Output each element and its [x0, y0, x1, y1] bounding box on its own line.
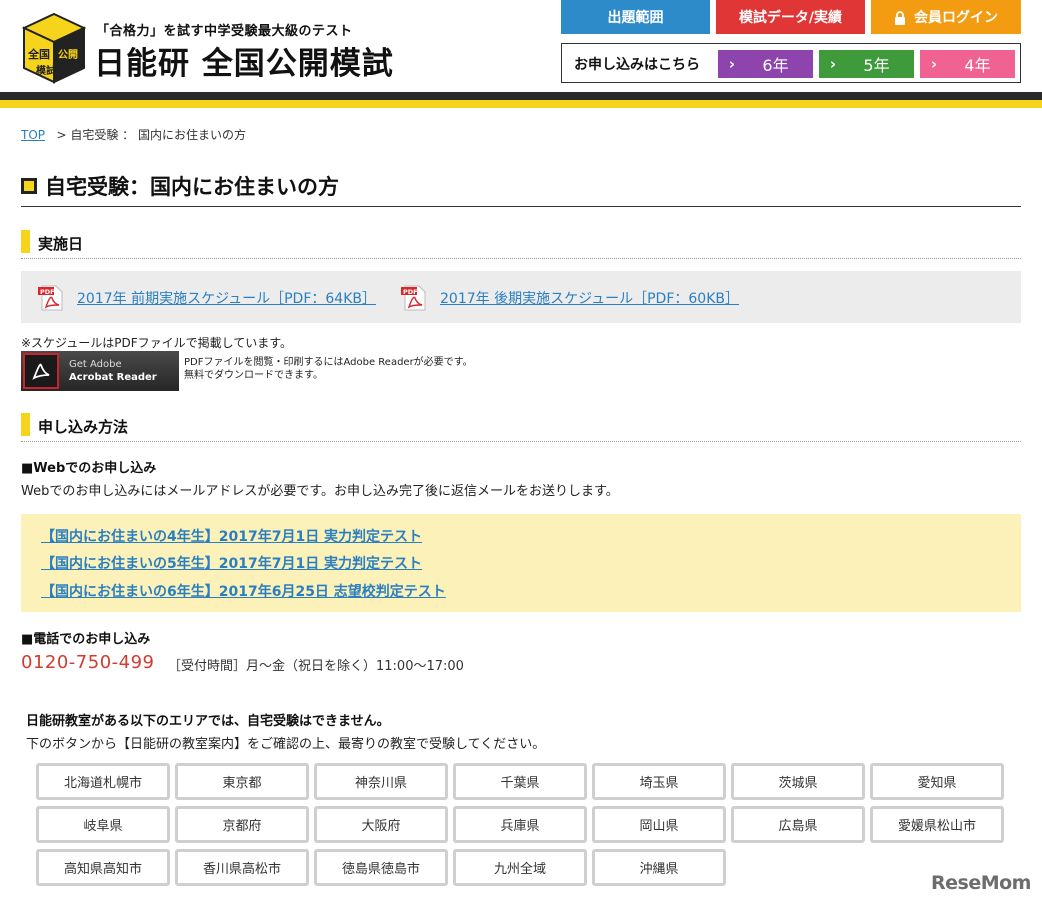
svg-text:模試: 模試 — [36, 64, 56, 77]
pdf-links-box: PDF 2017年 前期実施スケジュール［PDF：64KB］ PDF 2017年… — [21, 271, 1021, 323]
member-login-button[interactable]: 会員ログイン — [871, 0, 1021, 34]
area-button[interactable]: 岐阜県 — [36, 806, 170, 843]
web-apply-heading: ■Webでのお申し込み — [21, 461, 157, 476]
resemom-watermark: ReseMom — [931, 872, 1031, 894]
header-divider-black — [0, 92, 1042, 100]
pdf-file-icon: PDF — [401, 285, 426, 311]
area-button[interactable]: 埼玉県 — [592, 763, 726, 800]
page-title: 自宅受験：国内にお住まいの方 — [45, 175, 339, 199]
page-title-block: 自宅受験：国内にお住まいの方 — [21, 170, 1021, 207]
web-apply-text: Webでのお申し込みにはメールアドレスが必要です。お申し込み完了後に返信メールを… — [21, 484, 619, 499]
area-button[interactable]: 沖縄県 — [592, 849, 726, 886]
area-button[interactable]: 広島県 — [731, 806, 865, 843]
site-header: 全国 公開 模試 「合格力」を試す中学受験最大級のテスト 日能研 全国公開模試 … — [0, 0, 1042, 108]
pdf-link-second-half[interactable]: PDF 2017年 後期実施スケジュール［PDF：60KB］ — [400, 284, 739, 312]
area-button[interactable]: 茨城県 — [731, 763, 865, 800]
pdf-link-first-half[interactable]: PDF 2017年 前期実施スケジュール［PDF：64KB］ — [37, 284, 376, 312]
logo-text: 全国 — [27, 47, 50, 61]
phone-number[interactable]: 0120-750-499 — [21, 652, 155, 673]
chevron-right-icon: › — [930, 55, 938, 73]
title-square-icon — [21, 178, 37, 194]
breadcrumb-current: 自宅受験 ： 国内にお住まいの方 — [70, 128, 246, 142]
svg-text:公開: 公開 — [58, 49, 78, 61]
header-divider-yellow — [0, 100, 1042, 108]
area-button[interactable]: 大阪府 — [314, 806, 448, 843]
pdf-note: ※スケジュールはPDFファイルで掲載しています。 — [21, 336, 293, 350]
pdf-file-icon: PDF — [38, 285, 63, 311]
area-button[interactable]: 千葉県 — [453, 763, 587, 800]
apply-link-grade-4[interactable]: 【国内にお住まいの4年生】2017年7月1日 実力判定テスト — [41, 526, 422, 546]
web-apply-links-box: 【国内にお住まいの4年生】2017年7月1日 実力判定テスト 【国内にお住まいの… — [21, 514, 1021, 612]
section-heading-apply-method: 申し込み方法 — [21, 412, 1021, 442]
exam-data-button[interactable]: 模試データ/実績 — [716, 0, 865, 34]
acrobat-icon — [23, 353, 59, 389]
area-button[interactable]: 神奈川県 — [314, 763, 448, 800]
apply-grade-6-button[interactable]: › 6年 — [718, 50, 813, 78]
phone-hours: ［受付時間］月～金（祝日を除く）11:00～17:00 — [168, 659, 464, 674]
apply-link-grade-5[interactable]: 【国内にお住まいの5年生】2017年7月1日 実力判定テスト — [41, 553, 422, 573]
area-button[interactable]: 愛媛県松山市 — [870, 806, 1004, 843]
area-button[interactable]: 兵庫県 — [453, 806, 587, 843]
scope-button[interactable]: 出題範囲 — [561, 0, 710, 34]
breadcrumb-separator: > — [56, 128, 67, 142]
get-acrobat-reader-button[interactable]: Get Adobe Acrobat Reader — [21, 351, 179, 391]
area-button[interactable]: 東京都 — [175, 763, 309, 800]
chevron-right-icon: › — [728, 55, 736, 73]
area-button[interactable]: 北海道札幌市 — [36, 763, 170, 800]
area-button[interactable]: 香川県高松市 — [175, 849, 309, 886]
area-warning-heading: 日能研教室がある以下のエリアでは、自宅受験はできません。 — [26, 714, 390, 729]
apply-box: お申し込みはこちら › 6年 › 5年 › 4年 — [561, 43, 1021, 83]
chevron-right-icon: › — [829, 55, 837, 73]
breadcrumb-top-link[interactable]: TOP — [21, 128, 45, 142]
apply-link-grade-6[interactable]: 【国内にお住まいの6年生】2017年6月25日 志望校判定テスト — [41, 581, 446, 601]
area-button[interactable]: 徳島県徳島市 — [314, 849, 448, 886]
area-button[interactable]: 高知県高知市 — [36, 849, 170, 886]
area-warning-text: 下のボタンから【日能研の教室案内】をご確認の上、最寄りの教室で受験してください。 — [26, 737, 546, 752]
area-button[interactable]: 岡山県 — [592, 806, 726, 843]
area-button[interactable]: 京都府 — [175, 806, 309, 843]
site-title[interactable]: 日能研 全国公開模試 — [94, 38, 394, 83]
acrobat-description: PDFファイルを閲覧・印刷するにはAdobe Readerが必要です。 無料でダ… — [184, 357, 473, 381]
breadcrumb: TOP > 自宅受験 ： 国内にお住まいの方 — [21, 126, 246, 143]
section-heading-schedule: 実施日 — [21, 229, 1021, 259]
area-button[interactable]: 愛知県 — [870, 763, 1004, 800]
apply-grade-4-button[interactable]: › 4年 — [920, 50, 1015, 78]
lock-icon — [895, 11, 905, 25]
svg-text:PDF: PDF — [40, 288, 55, 296]
apply-grade-5-button[interactable]: › 5年 — [819, 50, 914, 78]
phone-apply-heading: ■電話でのお申し込み — [21, 632, 151, 647]
tagline: 「合格力」を試す中学受験最大級のテスト — [96, 24, 353, 39]
svg-text:PDF: PDF — [403, 288, 418, 296]
apply-label: お申し込みはこちら — [574, 57, 700, 73]
logo-cube-icon[interactable]: 全国 公開 模試 — [22, 12, 86, 84]
area-button[interactable]: 九州全域 — [453, 849, 587, 886]
